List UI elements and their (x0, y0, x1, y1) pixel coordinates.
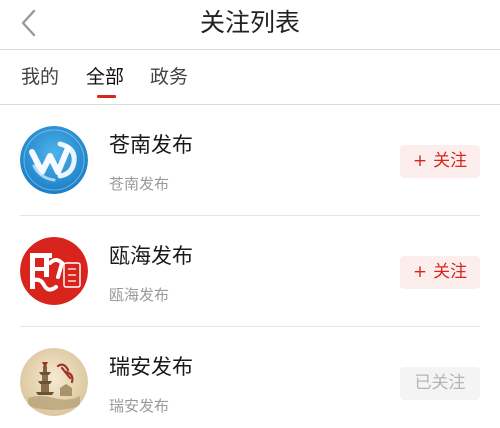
follow-button[interactable]: + 关注 (400, 256, 480, 289)
follow-label: 关注 (433, 151, 468, 171)
cangnan-logo-icon (20, 126, 88, 194)
account-subtitle: 瓯海发布 (109, 286, 170, 304)
follow-label: 关注 (433, 262, 468, 282)
account-list: 苍南发布 苍南发布 + 关注 瓯海发布 瓯海发布 + 关注 瑞安发布 瑞安发布 … (0, 105, 500, 428)
account-subtitle: 苍南发布 (109, 175, 170, 193)
account-name: 瓯海发布 (109, 244, 193, 268)
account-name: 瑞安发布 (109, 355, 193, 379)
tab-all[interactable]: 全部 (86, 63, 124, 91)
tab-government[interactable]: 政务 (150, 63, 188, 91)
avatar (20, 126, 88, 194)
list-item[interactable]: 瑞安发布 瑞安发布 已关注 (0, 327, 500, 428)
avatar (20, 348, 88, 416)
tab-bar: 我的 全部 政务 (0, 51, 500, 105)
active-tab-indicator (97, 95, 116, 98)
top-bar: 关注列表 (0, 0, 500, 50)
account-name: 苍南发布 (109, 133, 193, 157)
plus-icon: + (412, 262, 428, 282)
tab-mine[interactable]: 我的 (21, 63, 59, 91)
account-subtitle: 瑞安发布 (109, 397, 170, 415)
followed-button[interactable]: 已关注 (400, 367, 480, 400)
follow-button[interactable]: + 关注 (400, 145, 480, 178)
list-item[interactable]: 苍南发布 苍南发布 + 关注 (0, 105, 500, 216)
ruian-pagoda-logo-icon (20, 348, 88, 416)
avatar (20, 237, 88, 305)
list-item[interactable]: 瓯海发布 瓯海发布 + 关注 (0, 216, 500, 327)
ouhai-seal-logo-icon (20, 237, 88, 305)
followed-label: 已关注 (414, 373, 466, 393)
plus-icon: + (412, 151, 428, 171)
page-title: 关注列表 (199, 8, 300, 37)
